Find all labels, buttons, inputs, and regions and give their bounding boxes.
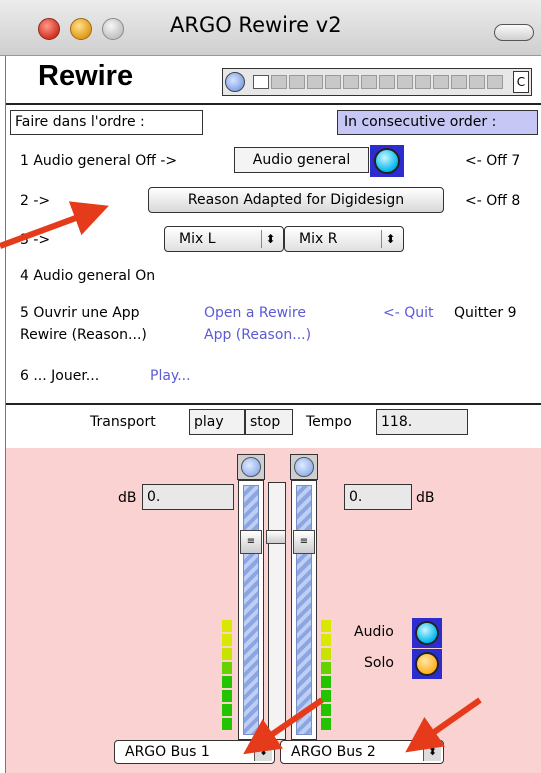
- meter-segment: [253, 75, 269, 89]
- meter-segment: [379, 75, 395, 89]
- order-label-fr: Faire dans l'ordre :: [10, 110, 203, 135]
- db-left-field[interactable]: 0.: [142, 484, 234, 510]
- close-window-button[interactable]: [38, 18, 60, 40]
- bus-left-value: ARGO Bus 1: [125, 744, 210, 760]
- stop-button[interactable]: stop: [245, 409, 293, 435]
- meter-segment: [469, 75, 485, 89]
- solo-label: Solo: [364, 655, 394, 671]
- reason-adapted-button[interactable]: Reason Adapted for Digidesign: [148, 187, 444, 213]
- zoom-window-button[interactable]: [102, 18, 124, 40]
- meter-segment: [289, 75, 305, 89]
- divider: [6, 103, 541, 105]
- vu-meter-right: [321, 620, 331, 732]
- meter-segment: [487, 75, 503, 89]
- level-meter: C: [222, 68, 532, 96]
- balance-thumb[interactable]: [266, 530, 286, 544]
- minimize-window-button[interactable]: [70, 18, 92, 40]
- meter-segment: [451, 75, 467, 89]
- bus-right-select[interactable]: ARGO Bus 2 ⬍: [280, 740, 444, 764]
- quit-link[interactable]: <- Quit: [383, 305, 434, 321]
- audio-general-toggle[interactable]: [374, 148, 400, 174]
- step3-label: 3 ->: [20, 232, 51, 248]
- meter-led-icon[interactable]: [225, 72, 245, 92]
- fader-right-thumb[interactable]: ≡: [293, 530, 315, 554]
- chevron-updown-icon: ⬍: [423, 743, 441, 761]
- fader-left-track[interactable]: [238, 480, 264, 740]
- title-bar: ARGO Rewire v2: [0, 0, 541, 56]
- step2-label: 2 ->: [20, 193, 51, 209]
- tempo-label: Tempo: [306, 414, 352, 430]
- play-button[interactable]: play: [189, 409, 245, 435]
- mix-left-value: Mix L: [179, 231, 216, 247]
- open-rewire-link-line2[interactable]: App (Reason...): [204, 327, 311, 343]
- step6-label: 6 ... Jouer...: [20, 368, 100, 384]
- audio-general-button[interactable]: Audio general: [234, 147, 369, 173]
- mix-right-value: Mix R: [299, 231, 338, 247]
- page-title: Rewire: [38, 60, 134, 92]
- step1-off-label: <- Off 7: [465, 153, 521, 169]
- order-label-en: In consecutive order :: [337, 110, 538, 135]
- step5-label-line2: Rewire (Reason...): [20, 327, 147, 343]
- tempo-field[interactable]: 118.: [376, 409, 468, 435]
- divider: [6, 403, 541, 405]
- open-rewire-link-line1[interactable]: Open a Rewire: [204, 305, 306, 321]
- meter-segment: [361, 75, 377, 89]
- toolbar-toggle-button[interactable]: [494, 24, 534, 41]
- fader-right-track[interactable]: [291, 480, 317, 740]
- meter-segment: [397, 75, 413, 89]
- fader-left-thumb[interactable]: ≡: [240, 530, 262, 554]
- meter-segment: [307, 75, 323, 89]
- meter-segment: [325, 75, 341, 89]
- led-icon: [241, 457, 261, 477]
- solo-toggle[interactable]: [415, 652, 439, 676]
- chevron-updown-icon: ⬍: [254, 743, 272, 761]
- db-right-field[interactable]: 0.: [344, 484, 412, 510]
- balance-track[interactable]: [268, 482, 286, 740]
- meter-segment: [415, 75, 431, 89]
- step1-label: 1 Audio general Off ->: [20, 153, 178, 169]
- meter-segment: [271, 75, 287, 89]
- meter-segment: [343, 75, 359, 89]
- step2-off-label: <- Off 8: [465, 193, 521, 209]
- db-left-label: dB: [118, 490, 137, 506]
- audio-label: Audio: [354, 624, 394, 640]
- db-right-label: dB: [416, 490, 435, 506]
- mix-right-select[interactable]: Mix R ⬍: [284, 226, 404, 252]
- meter-segment: [433, 75, 449, 89]
- meter-clip-button[interactable]: C: [513, 71, 529, 93]
- play-link[interactable]: Play...: [150, 368, 191, 384]
- fader-right-mute-button[interactable]: [290, 454, 318, 480]
- fader-left-fill: [243, 485, 259, 735]
- quit-label-fr: Quitter 9: [454, 305, 517, 321]
- bus-right-value: ARGO Bus 2: [291, 744, 376, 760]
- transport-label: Transport: [90, 414, 156, 430]
- step5-label-line1: 5 Ouvrir une App: [20, 305, 140, 321]
- led-icon: [294, 457, 314, 477]
- chevron-updown-icon: ⬍: [261, 230, 279, 248]
- step4-label: 4 Audio general On: [20, 268, 156, 284]
- audio-toggle[interactable]: [415, 621, 439, 645]
- mix-left-select[interactable]: Mix L ⬍: [164, 226, 284, 252]
- window-title: ARGO Rewire v2: [170, 13, 342, 37]
- vu-meter-left: [222, 620, 232, 732]
- bus-left-select[interactable]: ARGO Bus 1 ⬍: [114, 740, 275, 764]
- fader-right-fill: [296, 485, 312, 735]
- chevron-updown-icon: ⬍: [381, 230, 399, 248]
- fader-left-mute-button[interactable]: [237, 454, 265, 480]
